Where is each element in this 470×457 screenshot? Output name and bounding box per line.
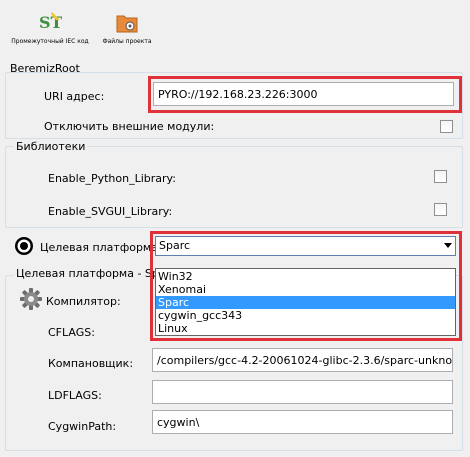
uri-label: URI адрес: [44, 90, 105, 103]
cygwin-path-label: CygwinPath: [48, 420, 117, 433]
libraries-title: Библиотеки [14, 140, 88, 153]
svgui-library-checkbox[interactable] [434, 203, 447, 216]
ldflags-input[interactable] [152, 380, 453, 404]
python-library-label: Enable_Python_Library: [48, 172, 176, 185]
project-files-label: Файлы проекта [102, 38, 152, 45]
project-files-button[interactable]: Файлы проекта [82, 4, 172, 45]
ldflags-label: LDFLAGS: [48, 389, 102, 402]
platform-highlight [150, 231, 462, 341]
disable-ext-label: Отключить внешние модули: [44, 120, 215, 133]
python-library-checkbox[interactable] [434, 170, 447, 183]
uri-highlight [148, 76, 462, 113]
gear-icon [20, 288, 42, 313]
linker-input[interactable]: /compilers/gcc-4.2-20061024-glibc-2.3.6/… [152, 348, 453, 372]
cflags-label: CFLAGS: [48, 326, 95, 339]
svgui-library-label: Enable_SVGUI_Library: [48, 205, 173, 218]
target-icon [14, 236, 34, 259]
disable-ext-checkbox[interactable] [440, 120, 453, 133]
svg-text:ST: ST [39, 13, 62, 32]
iec-code-icon: ST [38, 10, 63, 36]
cygwin-path-input[interactable]: cygwin\ [152, 410, 453, 434]
linker-label: Компановщик: [48, 357, 134, 370]
platform-label: Целевая платформа: [40, 241, 162, 254]
folder-gear-icon [115, 10, 139, 36]
compiler-label: Компилятор: [46, 295, 121, 308]
